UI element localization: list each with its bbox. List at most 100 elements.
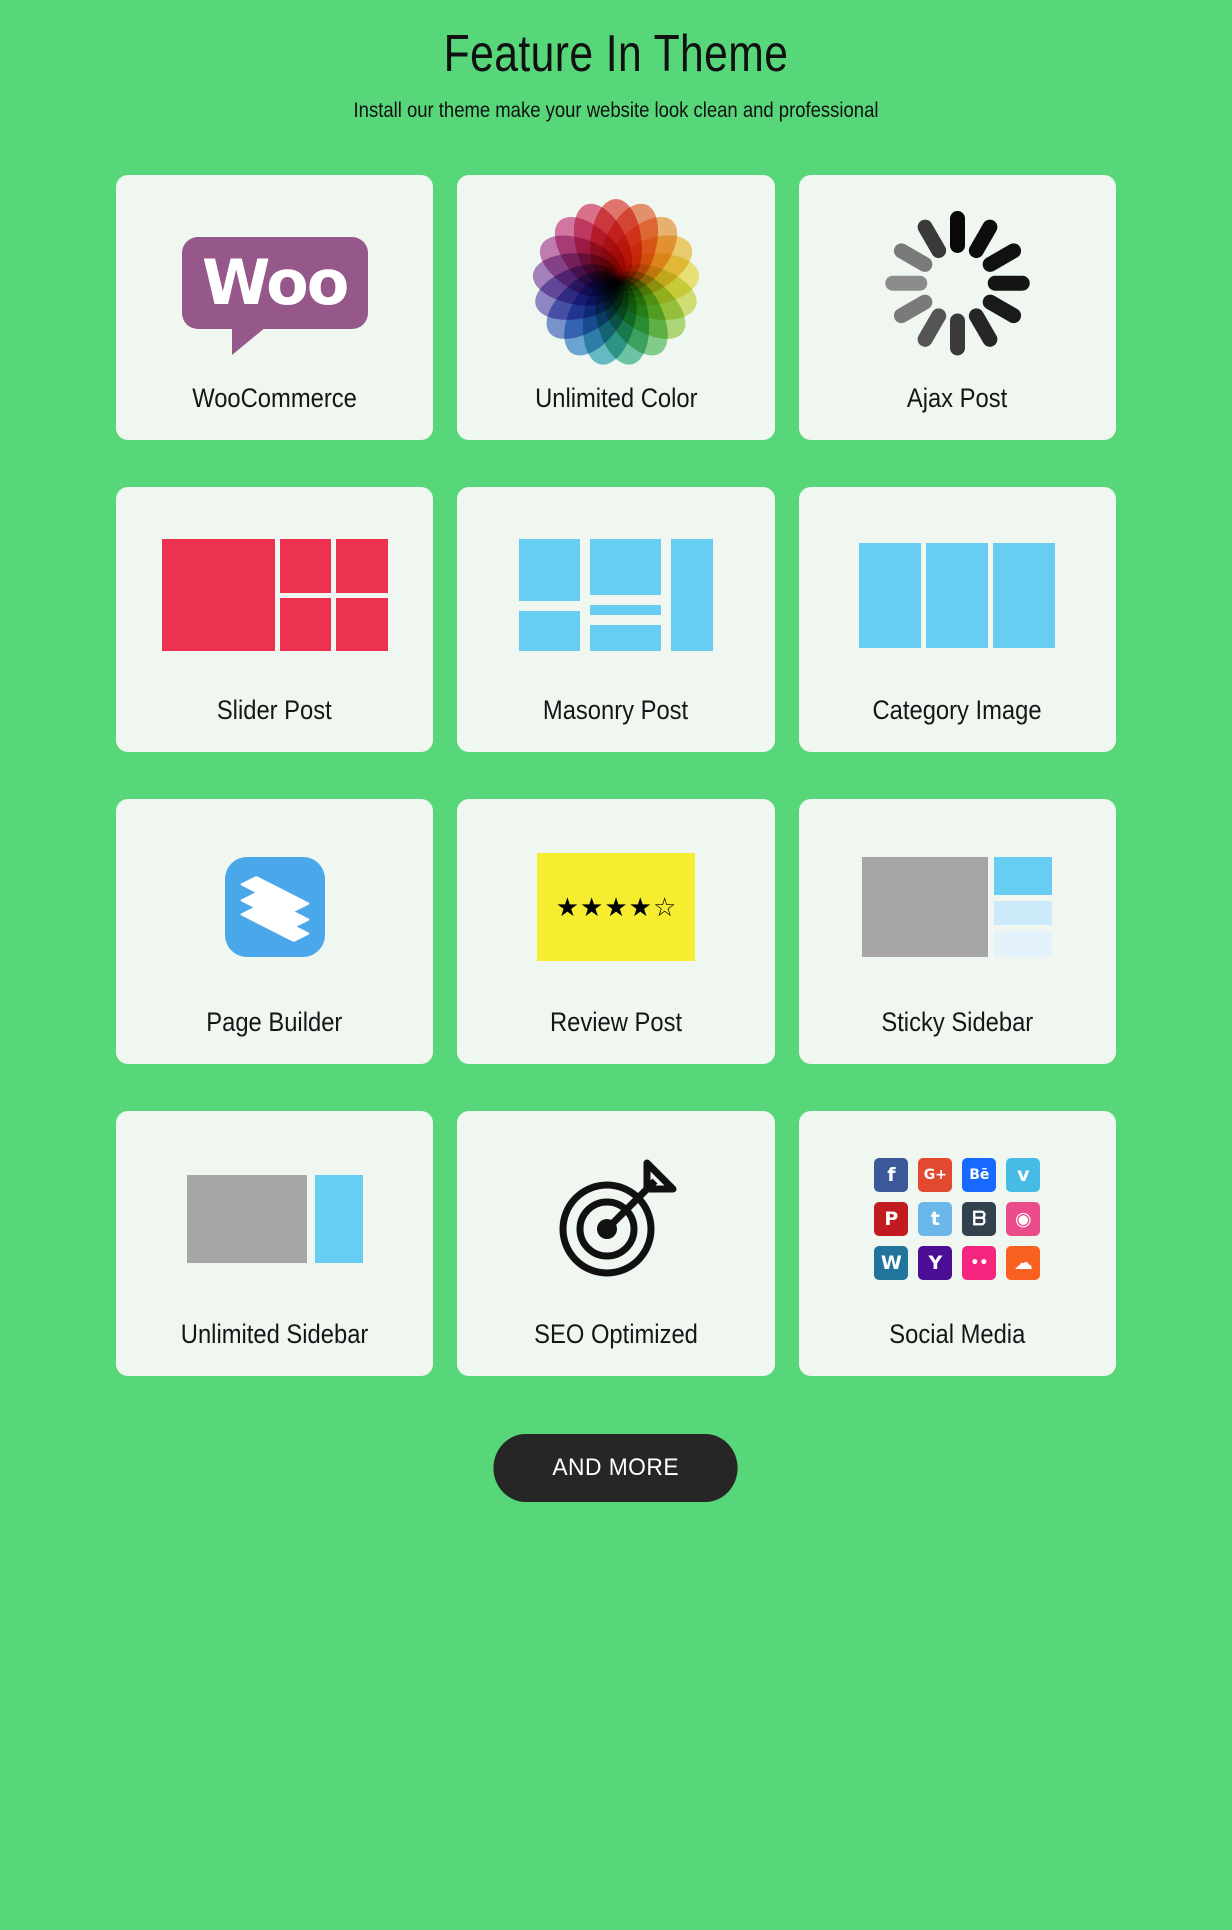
star-filled-icon: ★ bbox=[555, 892, 580, 923]
card-label: Unlimited Color bbox=[534, 383, 698, 414]
card-label: Category Image bbox=[872, 695, 1042, 726]
card-label: SEO Optimized bbox=[534, 1319, 698, 1350]
slider-thumb-column bbox=[279, 539, 388, 652]
card-art bbox=[799, 183, 1116, 383]
slider-thumb-row bbox=[279, 539, 388, 593]
card-art: f G+ Bē v Pt ᗷ ◉ W Y •• ☁ bbox=[799, 1119, 1116, 1319]
card-art bbox=[457, 1119, 774, 1319]
masonry-column bbox=[518, 539, 581, 652]
card-art bbox=[799, 495, 1116, 695]
card-label: Unlimited Sidebar bbox=[180, 1319, 369, 1350]
page-title: Feature In Theme bbox=[443, 25, 789, 83]
card-art bbox=[457, 183, 774, 383]
star-empty-icon: ☆ bbox=[652, 892, 677, 923]
feature-card-unlimited-color[interactable]: Unlimited Color bbox=[457, 175, 775, 441]
card-art bbox=[799, 807, 1116, 1007]
feature-card-masonry-post[interactable]: Masonry Post bbox=[457, 487, 775, 753]
page-header: Feature In Theme Install our theme make … bbox=[0, 0, 1232, 123]
masonry-column bbox=[590, 539, 662, 652]
category-column bbox=[859, 542, 922, 648]
google-plus-icon[interactable]: G+ bbox=[918, 1158, 953, 1193]
category-column bbox=[993, 542, 1056, 648]
feature-card-sticky-sidebar[interactable]: Sticky Sidebar bbox=[798, 799, 1116, 1065]
feature-card-page-builder[interactable]: Page Builder bbox=[116, 799, 434, 1065]
slider-thumb bbox=[279, 597, 332, 652]
behance-icon[interactable]: Bē bbox=[962, 1158, 997, 1193]
and-more-button[interactable]: AND MORE bbox=[493, 1434, 739, 1503]
star-filled-icon: ★ bbox=[628, 892, 652, 923]
sidebar-widget bbox=[994, 901, 1053, 926]
card-label: Review Post bbox=[549, 1007, 683, 1038]
feature-card-category-image[interactable]: Category Image bbox=[798, 487, 1116, 753]
masonry-block bbox=[518, 539, 581, 602]
masonry-block bbox=[671, 539, 713, 652]
sidebar-column bbox=[994, 857, 1053, 958]
feature-card-ajax-post[interactable]: Ajax Post bbox=[798, 175, 1116, 441]
woocommerce-logo-text: Woo bbox=[201, 246, 349, 320]
card-label: WooCommerce bbox=[192, 383, 357, 414]
sidebar-widget bbox=[994, 857, 1053, 896]
masonry-block bbox=[518, 611, 581, 652]
slider-thumb bbox=[336, 539, 388, 593]
feature-card-social-media[interactable]: f G+ Bē v Pt ᗷ ◉ W Y •• ☁ Social Media bbox=[798, 1111, 1116, 1377]
flickr-icon[interactable]: •• bbox=[962, 1246, 997, 1281]
star-filled-icon: ★ bbox=[604, 892, 628, 923]
slider-thumb bbox=[279, 539, 332, 593]
masonry-column bbox=[671, 539, 713, 652]
star-rating-icon: ★ ★ ★ ★ ☆ bbox=[536, 853, 695, 962]
spinner-spoke bbox=[885, 275, 928, 291]
card-label: Slider Post bbox=[217, 695, 333, 726]
feature-card-seo-optimized[interactable]: SEO Optimized bbox=[457, 1111, 775, 1377]
card-label: Masonry Post bbox=[543, 695, 689, 726]
social-icons-grid-icon: f G+ Bē v Pt ᗷ ◉ W Y •• ☁ bbox=[874, 1158, 1041, 1281]
vimeo-icon[interactable]: v bbox=[1006, 1158, 1041, 1193]
yahoo-icon[interactable]: Y bbox=[918, 1246, 953, 1281]
spinner-spoke bbox=[949, 313, 965, 356]
card-art bbox=[116, 495, 433, 695]
card-label: Page Builder bbox=[206, 1007, 343, 1038]
loading-spinner-icon bbox=[882, 208, 1032, 358]
card-label: Sticky Sidebar bbox=[881, 1007, 1034, 1038]
masonry-block bbox=[590, 625, 662, 652]
footer: AND MORE bbox=[0, 1434, 1232, 1503]
spinner-spoke bbox=[987, 275, 1030, 291]
slider-thumb bbox=[336, 597, 388, 652]
feature-card-woocommerce[interactable]: Woo WooCommerce bbox=[116, 175, 434, 441]
slider-thumb-row bbox=[279, 597, 388, 652]
feature-card-review-post[interactable]: ★ ★ ★ ★ ☆ Review Post bbox=[457, 799, 775, 1065]
feature-card-unlimited-sidebar[interactable]: Unlimited Sidebar bbox=[116, 1111, 434, 1377]
content-block bbox=[186, 1175, 307, 1264]
woocommerce-logo-icon: Woo bbox=[181, 237, 368, 356]
masonry-block bbox=[590, 539, 662, 596]
category-column bbox=[926, 542, 989, 648]
card-art: ★ ★ ★ ★ ☆ bbox=[457, 807, 774, 1007]
card-art bbox=[116, 807, 433, 1007]
layers-stack-icon bbox=[224, 857, 325, 958]
feature-card-slider-post[interactable]: Slider Post bbox=[116, 487, 434, 753]
card-art: Woo bbox=[116, 183, 433, 383]
sidebar-widget bbox=[994, 931, 1053, 958]
feature-grid: Woo WooCommerce Unlimited Color Ajax Pos… bbox=[116, 175, 1116, 1377]
category-columns-icon bbox=[859, 542, 1056, 648]
slider-layout-icon bbox=[161, 539, 388, 652]
sidebar-block bbox=[314, 1175, 363, 1264]
masonry-layout-icon bbox=[518, 539, 713, 652]
twitter-icon[interactable]: t bbox=[918, 1202, 953, 1237]
spinner-spoke bbox=[949, 211, 965, 254]
card-label: Ajax Post bbox=[907, 383, 1008, 414]
dribbble-icon[interactable]: ◉ bbox=[1006, 1202, 1041, 1237]
star-filled-icon: ★ bbox=[580, 892, 604, 923]
content-block bbox=[862, 857, 989, 958]
card-label: Social Media bbox=[889, 1319, 1026, 1350]
facebook-icon[interactable]: f bbox=[874, 1158, 909, 1193]
page-subtitle: Install our theme make your website look… bbox=[353, 99, 879, 123]
color-wheel-icon bbox=[528, 195, 704, 370]
masonry-block bbox=[590, 605, 662, 616]
wordpress-icon[interactable]: W bbox=[874, 1246, 909, 1281]
soundcloud-icon[interactable]: ☁ bbox=[1006, 1246, 1041, 1281]
deviantart-icon[interactable]: ᗷ bbox=[962, 1202, 997, 1237]
unlimited-sidebar-layout-icon bbox=[186, 1175, 363, 1264]
pinterest-icon[interactable]: P bbox=[874, 1202, 909, 1237]
slider-main-block bbox=[161, 539, 275, 652]
card-art bbox=[457, 495, 774, 695]
